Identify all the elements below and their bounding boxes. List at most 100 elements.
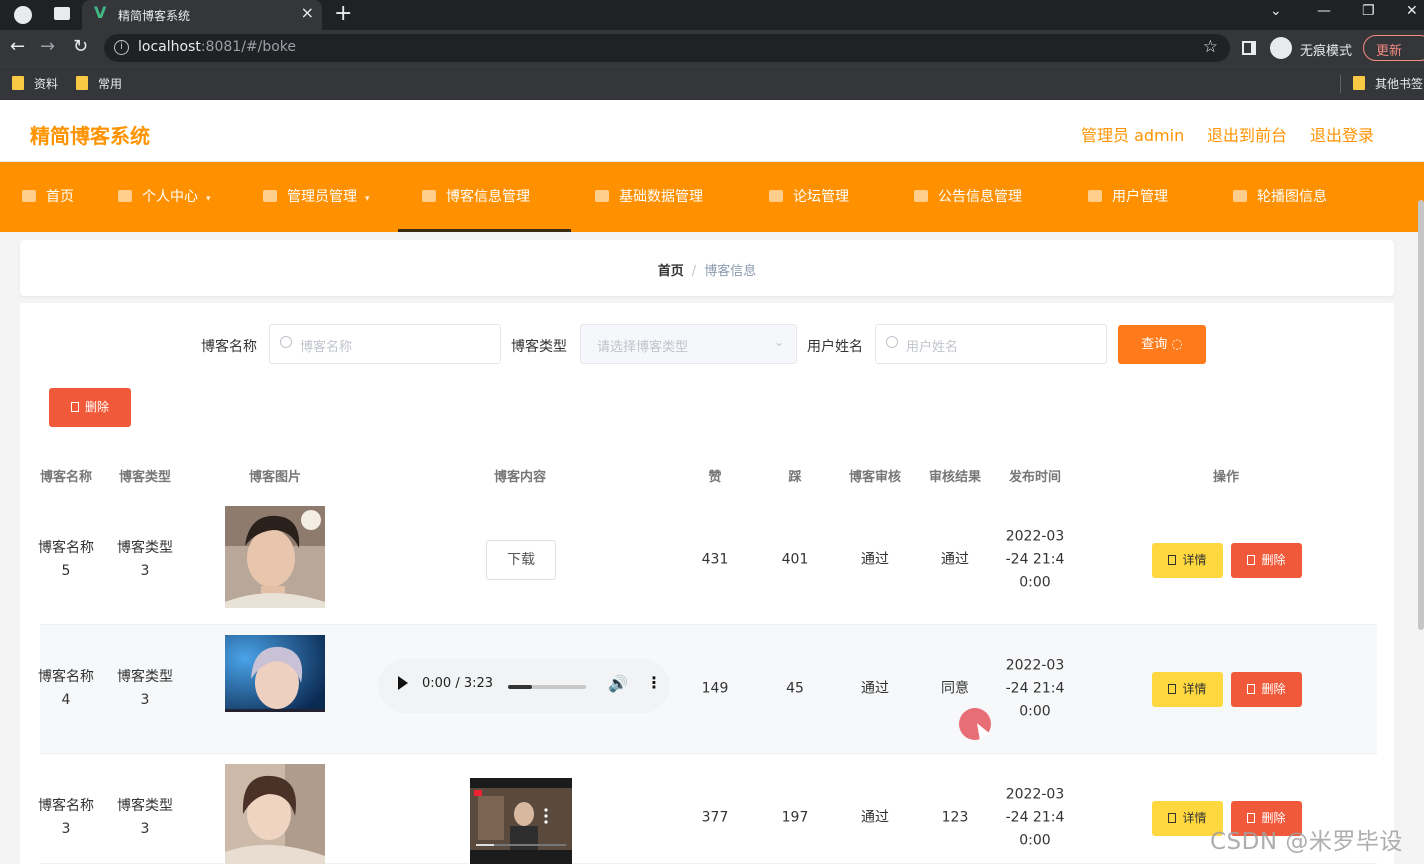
minimize-button[interactable]: — xyxy=(1317,3,1331,19)
detail-button[interactable]: 详情 xyxy=(1152,543,1223,578)
breadcrumb-card: 首页 / 博客信息 xyxy=(20,240,1394,296)
delete-button[interactable]: 删除 xyxy=(1231,543,1302,578)
folder-icon xyxy=(12,76,24,90)
bookmark-star-icon[interactable]: ☆ xyxy=(1203,37,1218,57)
detail-button[interactable]: 详情 xyxy=(1152,672,1223,707)
close-window-button[interactable]: ✕ xyxy=(1406,3,1418,19)
bookmark-folder-changyong[interactable]: 常用 xyxy=(76,75,122,92)
cell-dislikes: 401 xyxy=(781,551,809,568)
list-icon xyxy=(422,190,436,202)
bookmark-folder-ziliao[interactable]: 资料 xyxy=(12,75,58,92)
logout-link[interactable]: 退出登录 xyxy=(1310,122,1374,146)
video-player[interactable] xyxy=(470,778,572,864)
address-bar[interactable]: i localhost:8081/#/boke ☆ xyxy=(104,34,1230,62)
menu-item-notice[interactable]: 公告信息管理 xyxy=(914,162,1022,232)
col-blog-type: 博客类型 xyxy=(118,470,172,485)
more-options-icon[interactable]: ⋮ xyxy=(646,673,662,692)
incognito-icon[interactable] xyxy=(1270,37,1292,59)
menu-item-basic-data[interactable]: 基础数据管理 xyxy=(595,162,703,232)
chevron-down-icon: ▾ xyxy=(365,194,370,204)
admin-label[interactable]: 管理员 admin xyxy=(1081,122,1184,146)
vue-logo-icon: V xyxy=(94,3,107,22)
trash-icon xyxy=(70,402,79,412)
cell-likes: 149 xyxy=(701,680,729,697)
menu-item-blog[interactable]: 博客信息管理 xyxy=(398,162,571,232)
breadcrumb-home[interactable]: 首页 xyxy=(658,264,684,279)
col-blog-image: 博客图片 xyxy=(248,470,302,485)
blog-type-select[interactable]: 请选择博客类型 ⌄ xyxy=(580,324,797,364)
col-blog-name: 博客名称 xyxy=(39,470,93,485)
home-icon xyxy=(22,190,36,202)
forward-button[interactable]: → xyxy=(40,36,55,58)
blog-name-label: 博客名称 xyxy=(201,339,257,355)
audio-player[interactable]: 0:00 / 3:23 🔊 ⋮ xyxy=(378,659,670,713)
chevron-down-icon: ⌄ xyxy=(773,335,784,349)
tab-close-icon[interactable]: × xyxy=(301,4,314,22)
delete-button[interactable]: 删除 xyxy=(1231,672,1302,707)
side-panel-icon[interactable] xyxy=(1242,41,1256,55)
site-header: 精简博客系统 管理员 admin 退出到前台 退出登录 xyxy=(0,100,1424,162)
users-icon xyxy=(1088,190,1102,202)
blog-image-thumbnail[interactable] xyxy=(225,764,325,864)
menu-item-home[interactable]: 首页 xyxy=(22,162,74,232)
chrome-profile-icon[interactable] xyxy=(14,6,32,24)
image-icon xyxy=(1233,190,1247,202)
reload-button[interactable]: ↻ xyxy=(73,36,88,58)
menu-item-admin[interactable]: 管理员管理 ▾ xyxy=(263,162,370,232)
trash-icon xyxy=(1247,555,1256,565)
cell-blog-name: 博客名称 5 xyxy=(38,540,94,579)
cell-publish-time: 2022-03 -24 21:4 0:00 xyxy=(1005,657,1065,720)
cell-review: 通过 xyxy=(861,809,889,826)
col-result: 审核结果 xyxy=(928,470,982,485)
update-button[interactable]: 更新 xyxy=(1363,35,1424,61)
audio-progress-slider[interactable] xyxy=(508,685,586,689)
blog-type-label: 博客类型 xyxy=(511,339,567,355)
menu-item-personal[interactable]: 个人中心 ▾ xyxy=(118,162,211,232)
blog-image-thumbnail[interactable] xyxy=(225,635,325,712)
restore-button[interactable]: ❐ xyxy=(1362,3,1375,19)
bookmark-folder-other[interactable]: 其他书签 xyxy=(1353,75,1423,92)
batch-delete-button[interactable]: 删除 xyxy=(49,388,131,427)
document-icon xyxy=(1168,813,1177,823)
user-name-input[interactable]: 用户姓名 xyxy=(875,324,1107,364)
user-icon xyxy=(118,190,132,202)
back-to-front-link[interactable]: 退出到前台 xyxy=(1207,122,1287,146)
incognito-label[interactable]: 无痕模式 xyxy=(1300,40,1352,59)
col-publish-time: 发布时间 xyxy=(1008,470,1062,485)
folder-icon xyxy=(76,76,88,90)
browser-tab[interactable]: V 精简博客系统 × xyxy=(82,0,322,30)
back-button[interactable]: ← xyxy=(10,36,25,58)
browser-tabstrip: V 精简博客系统 × + ⌄ — ❐ ✕ xyxy=(0,0,1424,30)
cell-publish-time: 2022-03 -24 21:4 0:00 xyxy=(1005,528,1065,591)
watermark: CSDN @米罗毕设 xyxy=(1210,829,1403,855)
play-icon[interactable] xyxy=(398,676,408,690)
site-info-icon[interactable]: i xyxy=(114,40,129,55)
url-text: localhost:8081/#/boke xyxy=(138,39,297,55)
cell-dislikes: 45 xyxy=(786,680,804,697)
blog-name-input[interactable]: 博客名称 xyxy=(269,324,501,364)
cell-result: 123 xyxy=(941,809,969,826)
page-scrollbar[interactable] xyxy=(1418,200,1424,630)
cell-likes: 377 xyxy=(701,809,729,826)
cell-blog-name: 博客名称 4 xyxy=(38,669,94,708)
blog-image-thumbnail[interactable] xyxy=(225,506,325,608)
window-icon[interactable] xyxy=(54,7,70,20)
cell-blog-type: 博客类型 3 xyxy=(117,540,173,579)
cell-likes: 431 xyxy=(701,551,729,568)
document-icon xyxy=(1168,684,1177,694)
col-likes: 赞 xyxy=(708,470,722,485)
menu-item-carousel[interactable]: 轮播图信息 xyxy=(1233,162,1327,232)
col-actions: 操作 xyxy=(1212,470,1240,485)
menu-item-forum[interactable]: 论坛管理 xyxy=(769,162,849,232)
user-name-label: 用户姓名 xyxy=(807,339,863,355)
download-button[interactable]: 下载 xyxy=(486,540,556,580)
cell-publish-time: 2022-03 -24 21:4 0:00 xyxy=(1005,786,1065,849)
cell-dislikes: 197 xyxy=(781,809,809,826)
search-icon xyxy=(280,336,292,348)
tab-search-icon[interactable]: ⌄ xyxy=(1270,3,1282,19)
menu-item-users[interactable]: 用户管理 xyxy=(1088,162,1168,232)
new-tab-button[interactable]: + xyxy=(334,2,352,26)
col-blog-content: 博客内容 xyxy=(493,470,547,485)
volume-icon[interactable]: 🔊 xyxy=(608,674,628,693)
query-button[interactable]: 查询 ◌ xyxy=(1118,325,1206,364)
